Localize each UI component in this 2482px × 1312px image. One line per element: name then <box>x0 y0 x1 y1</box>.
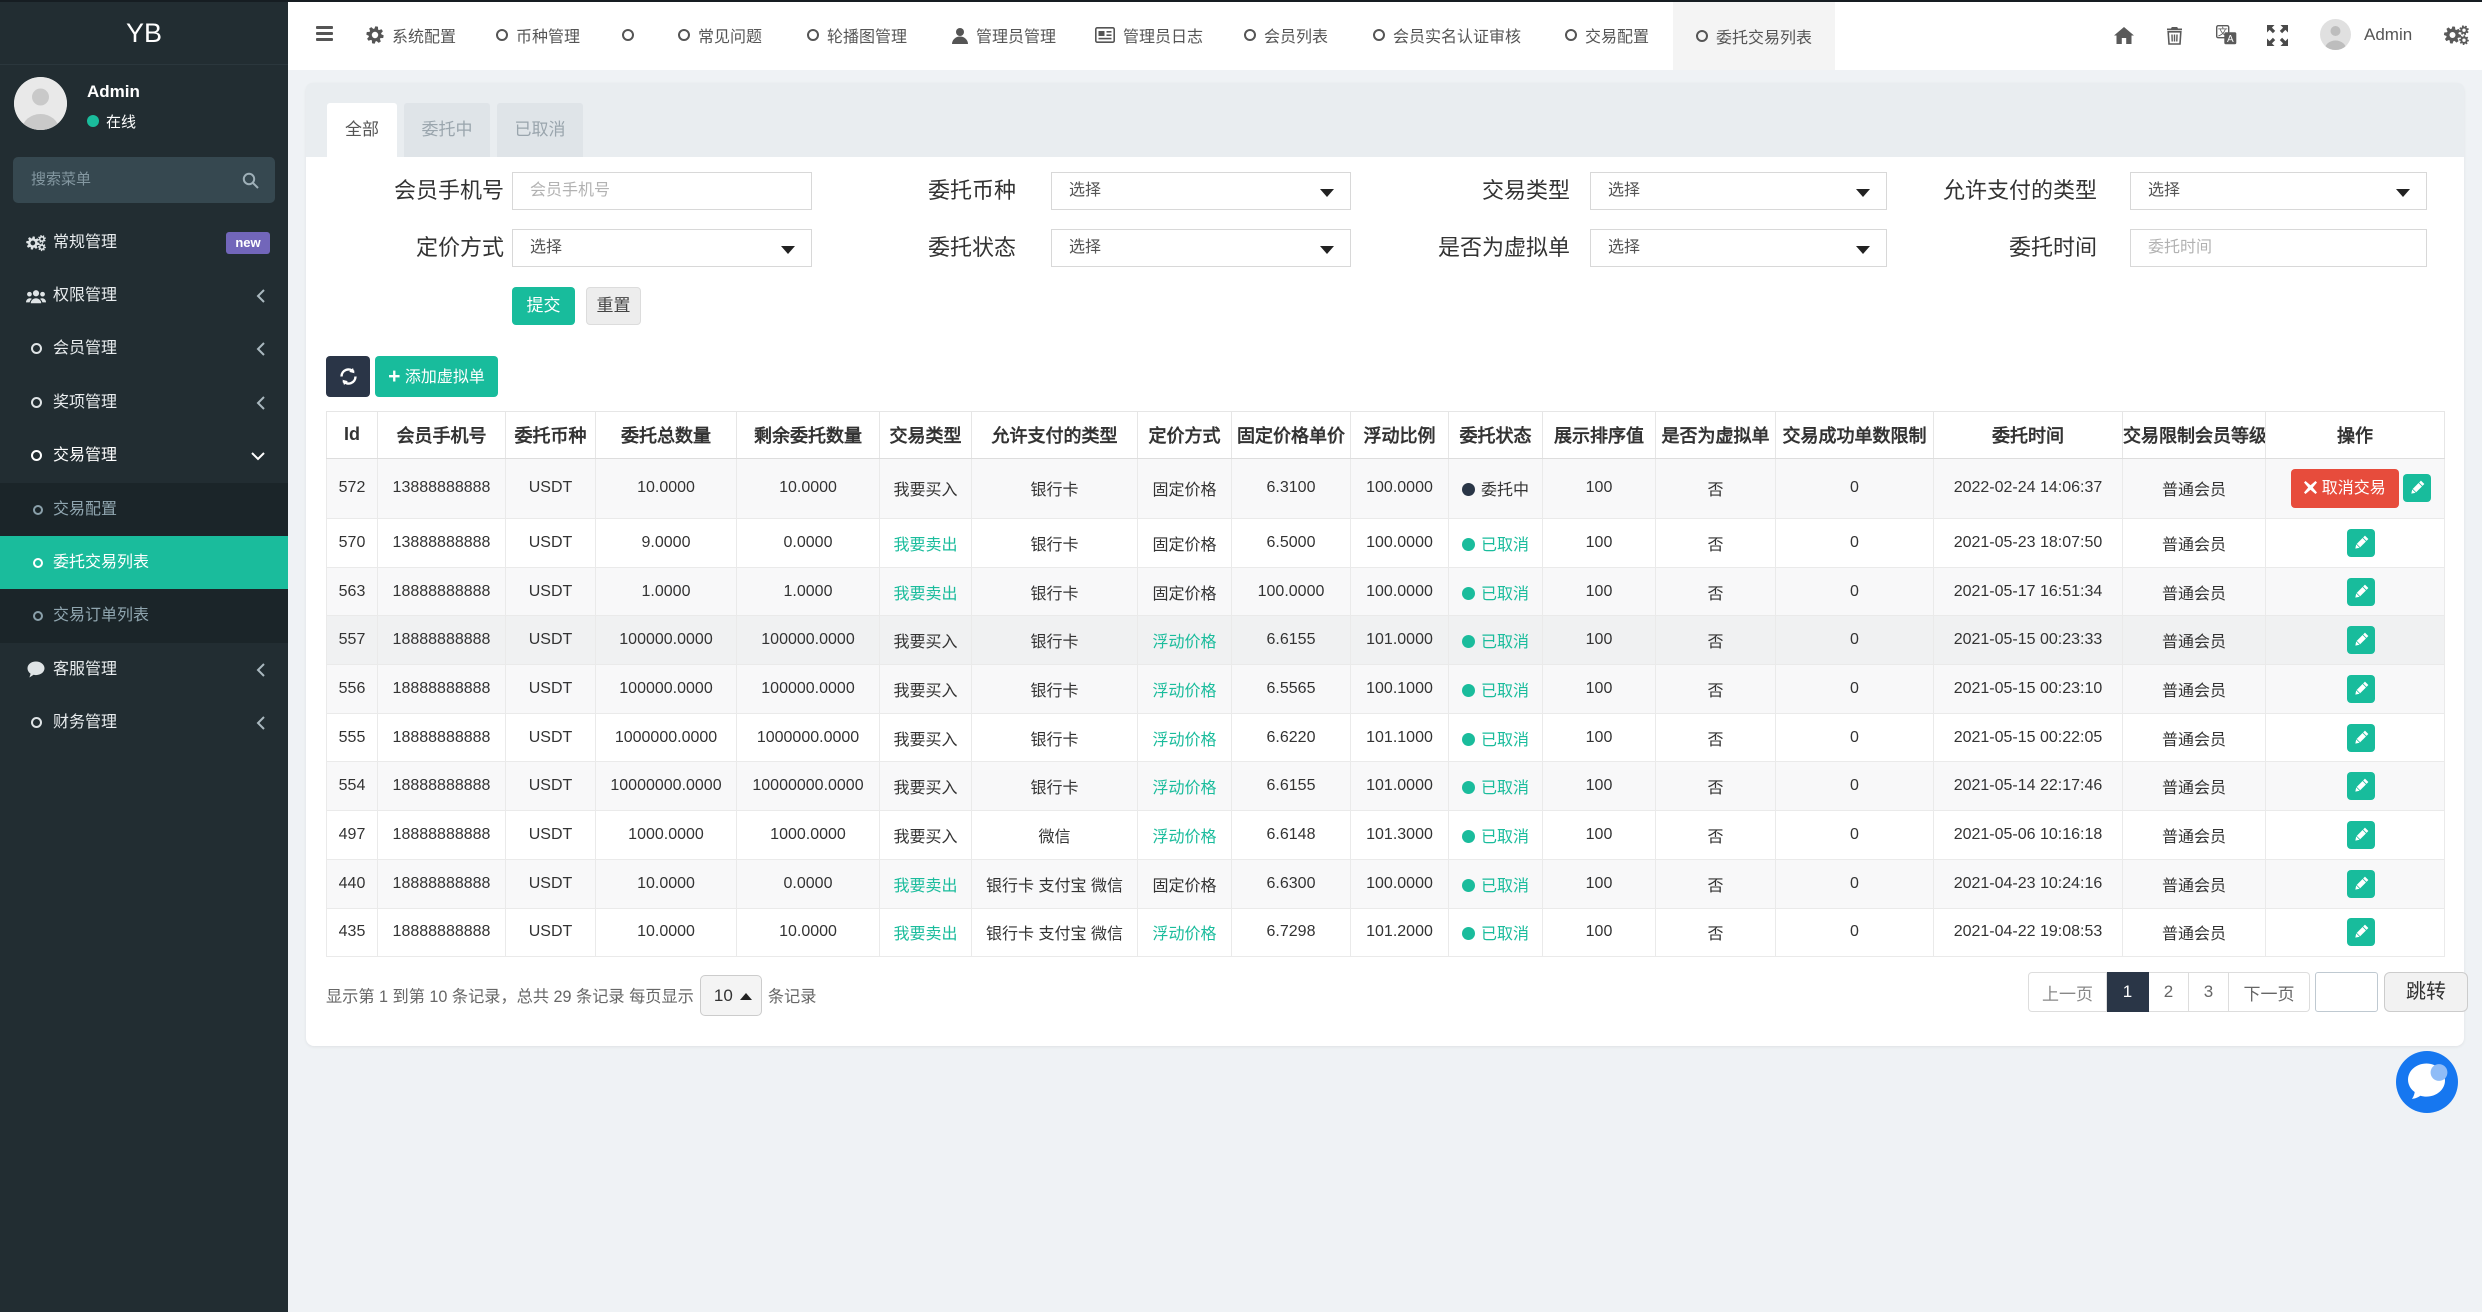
svg-text:A: A <box>2227 34 2234 45</box>
